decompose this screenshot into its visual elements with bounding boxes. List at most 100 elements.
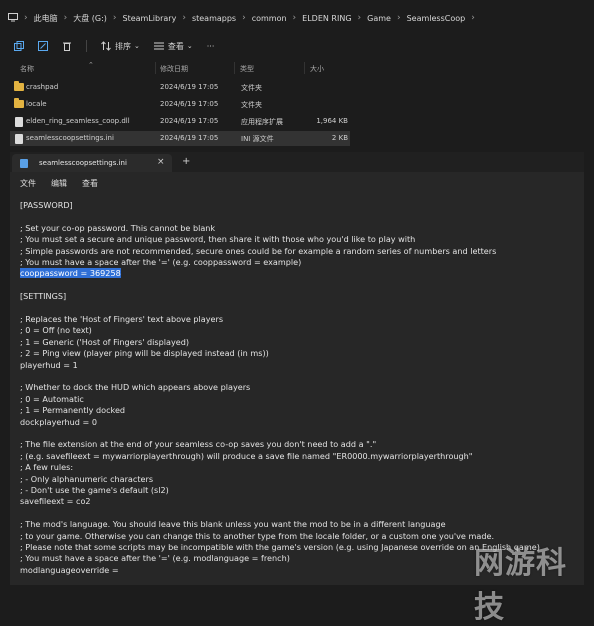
editor-line: ; (e.g. savefileext = mywarriorplayerthr… [20, 451, 473, 461]
editor-line-text: ; Whether to dock the HUD which appears … [20, 382, 251, 393]
file-row[interactable]: elden_ring_seamless_coop.dll 2024/6/19 1… [10, 114, 350, 129]
menu-edit[interactable]: 编辑 [51, 178, 67, 189]
rename-icon [38, 41, 48, 51]
editor-line-text: savefileext = co2 [20, 496, 91, 507]
file-date: 2024/6/19 17:05 [160, 117, 219, 125]
editor-line-text: ; 1 = Generic ('Host of Fingers' display… [20, 336, 190, 347]
breadcrumb-item[interactable]: common [252, 14, 287, 23]
editor-line: ; Replaces the 'Host of Fingers' text ab… [20, 314, 223, 324]
breadcrumb: › 此电脑 › 大盘 (G:) › SteamLibrary › steamap… [0, 6, 594, 30]
editor-line-text: ; Simple passwords are not recommended, … [20, 245, 497, 256]
more-icon: ··· [206, 41, 215, 51]
chevron-right-icon: › [242, 13, 246, 23]
column-separator [234, 62, 235, 74]
chevron-right-icon: › [396, 13, 401, 23]
column-header-type[interactable]: 类型 [240, 64, 254, 74]
folder-icon [14, 81, 24, 91]
editor-line: ; - Don't use the game's default (sl2) [20, 485, 169, 495]
editor-line: ; 1 = Permanently docked [20, 405, 125, 415]
editor-line-text: ; 2 = Ping view (player ping will be dis… [20, 348, 269, 359]
editor-line-text: [PASSWORD] [20, 200, 73, 210]
tab-title: seamlesscoopsettings.ini [39, 159, 127, 167]
chevron-up-icon: ⌃ [88, 61, 94, 69]
editor-line-text: ; You must set a secure and unique passw… [20, 234, 416, 245]
monitor-icon [8, 12, 18, 24]
column-header-size[interactable]: 大小 [310, 64, 324, 74]
editor-line: [SETTINGS] [20, 291, 66, 301]
breadcrumb-item[interactable]: 大盘 (G:) [73, 13, 107, 24]
editor-line-text: ; 1 = Permanently docked [20, 405, 126, 416]
breadcrumb-item[interactable]: Game [367, 14, 391, 23]
editor-line: playerhud = 1 [20, 360, 78, 370]
file-row[interactable]: seamlesscoopsettings.ini 2024/6/19 17:05… [10, 131, 350, 146]
menu-file[interactable]: 文件 [20, 178, 36, 189]
editor-line: ; Whether to dock the HUD which appears … [20, 382, 250, 392]
editor-line: modlanguageoverride = [20, 565, 119, 575]
file-date: 2024/6/19 17:05 [160, 83, 219, 91]
editor-line: ; The mod's language. You should leave t… [20, 519, 446, 529]
editor-line: cooppassword = 369258 [20, 268, 121, 279]
file-name: elden_ring_seamless_coop.dll [26, 117, 130, 125]
file-row[interactable]: locale 2024/6/19 17:05 文件夹 [10, 97, 350, 112]
delete-button[interactable] [62, 41, 72, 51]
menu-view[interactable]: 查看 [82, 178, 98, 189]
editor-line-text: ; The mod's language. You should leave t… [20, 519, 446, 530]
view-label: 查看 [167, 41, 184, 51]
file-name: seamlesscoopsettings.ini [26, 134, 114, 142]
breadcrumb-item[interactable]: SeamlessCoop [407, 14, 466, 23]
copy-icon [14, 41, 24, 51]
editor-line: ; You must have a space after the '=' (e… [20, 553, 290, 563]
breadcrumb-item[interactable]: 此电脑 [34, 13, 58, 24]
editor-line-text: playerhud = 1 [20, 359, 78, 370]
editor-line: ; You must have a space after the '=' (e… [20, 257, 301, 267]
sort-button[interactable]: 排序 ⌄ [101, 41, 140, 52]
view-list-icon [153, 41, 164, 51]
editor-line-text: ; (e.g. savefileext = mywarriorplayerthr… [20, 450, 473, 461]
chevron-right-icon: › [471, 13, 475, 23]
editor-line: ; You must set a secure and unique passw… [20, 234, 415, 244]
column-header-date[interactable]: 修改日期 [160, 64, 188, 74]
column-header-name[interactable]: 名称 [20, 64, 34, 74]
view-button[interactable]: 查看 ⌄ [153, 41, 193, 52]
file-type: 文件夹 [241, 101, 262, 109]
explorer-toolbar: 排序 ⌄ 查看 ⌄ ··· [0, 36, 594, 56]
editor-line: ; A few rules: [20, 462, 73, 472]
editor-line: dockplayerhud = 0 [20, 417, 97, 427]
text-editor[interactable]: [PASSWORD] ; Set your co-op password. Thi… [10, 194, 584, 585]
file-date: 2024/6/19 17:05 [160, 134, 219, 142]
breadcrumb-item[interactable]: steamapps [192, 14, 236, 23]
file-list-header: 名称 ⌃ 修改日期 类型 大小 [0, 60, 594, 76]
new-tab-button[interactable]: + [182, 156, 190, 167]
more-options-button[interactable]: ··· [207, 42, 215, 51]
editor-line-text: [SETTINGS] [20, 291, 67, 302]
editor-line-text: ; Set your co-op password. This cannot b… [20, 222, 216, 233]
editor-line-text: ; Please note that some scripts may be i… [20, 542, 540, 552]
file-row[interactable]: crashpad 2024/6/19 17:05 文件夹 [10, 80, 350, 95]
file-name: locale [26, 100, 47, 108]
toolbar-divider [86, 40, 87, 52]
editor-line: ; 0 = Automatic [20, 394, 84, 404]
chevron-down-icon: ⌄ [186, 42, 193, 50]
copy-button[interactable] [14, 41, 24, 51]
rename-button[interactable] [38, 41, 48, 51]
editor-line-text: ; to your game. Otherwise you can change… [20, 530, 495, 541]
editor-line: ; The file extension at the end of your … [20, 439, 376, 449]
editor-line-text: ; You must have a space after the '=' (e… [20, 257, 302, 267]
dll-file-icon [15, 117, 23, 127]
tab-bar: seamlesscoopsettings.ini × + [10, 152, 584, 172]
editor-line: savefileext = co2 [20, 496, 91, 506]
editor-line: ; 1 = Generic ('Host of Fingers' display… [20, 337, 189, 347]
trash-icon [62, 41, 72, 51]
close-tab-button[interactable]: × [157, 157, 165, 167]
file-type: 应用程序扩展 [241, 118, 283, 126]
folder-icon [14, 98, 24, 108]
editor-line-text: ; 0 = Off (no text) [20, 325, 92, 336]
tab-seamlesscoopsettings[interactable]: seamlesscoopsettings.ini × [12, 154, 172, 172]
chevron-right-icon: › [63, 13, 68, 23]
breadcrumb-item[interactable]: SteamLibrary [123, 14, 177, 23]
chevron-down-icon: ⌄ [134, 42, 140, 50]
editor-line: ; Set your co-op password. This cannot b… [20, 223, 215, 233]
breadcrumb-item[interactable]: ELDEN RING [302, 14, 351, 23]
editor-line: ; Simple passwords are not recommended, … [20, 246, 496, 256]
editor-line: [PASSWORD] [20, 200, 73, 210]
